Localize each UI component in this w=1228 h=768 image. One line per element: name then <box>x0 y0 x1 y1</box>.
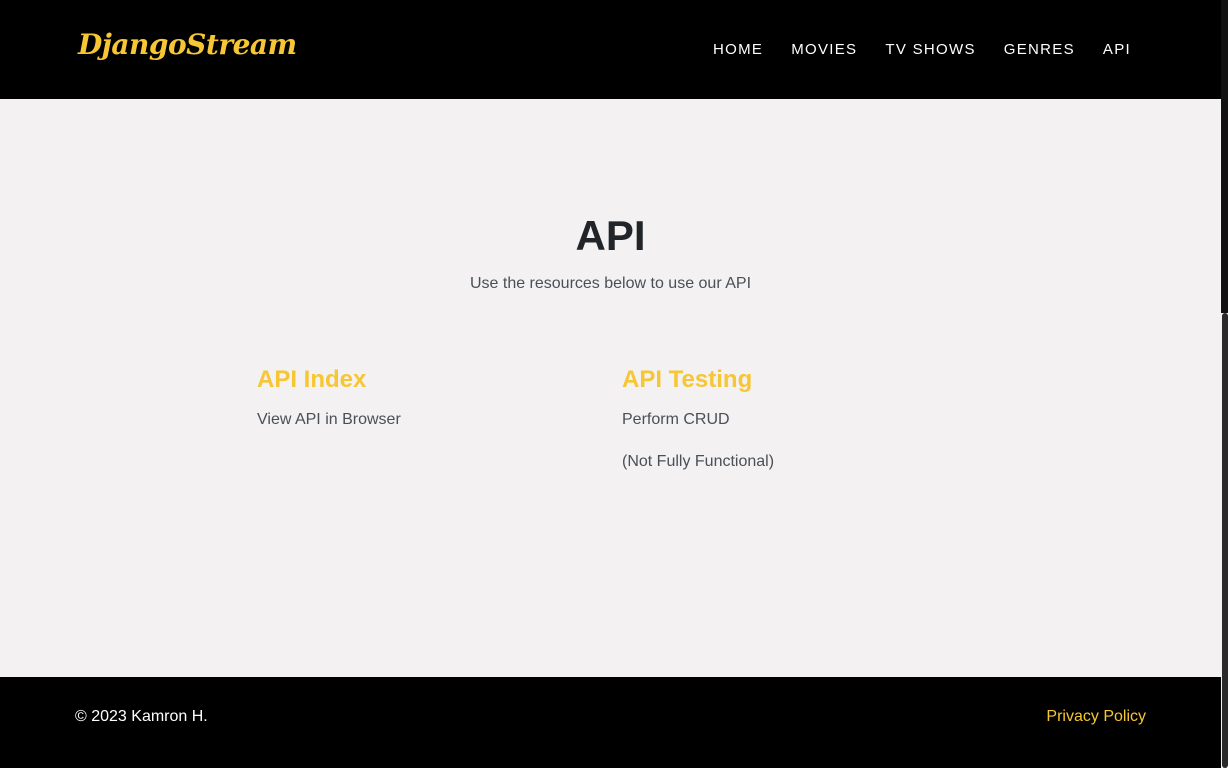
nav-item-tv-shows[interactable]: TV SHOWS <box>885 41 975 58</box>
nav-item-api[interactable]: API <box>1103 41 1131 58</box>
api-index-card: API Index View API in Browser <box>257 365 401 451</box>
api-testing-note: (Not Fully Functional) <box>622 453 775 470</box>
page-subtitle: Use the resources below to use our API <box>469 275 752 292</box>
scrollbar-thumb[interactable] <box>1222 313 1228 768</box>
api-index-link[interactable]: API Index <box>257 365 401 395</box>
api-testing-card: API Testing Perform CRUD (Not Fully Func… <box>622 365 774 493</box>
brand-logo[interactable]: DjangoStream <box>78 28 297 61</box>
privacy-policy-link[interactable]: Privacy Policy <box>1046 707 1146 727</box>
api-testing-link[interactable]: API Testing <box>622 365 774 395</box>
vertical-scrollbar[interactable] <box>1221 0 1228 768</box>
nav-item-genres[interactable]: GENRES <box>1004 41 1075 58</box>
page-title: API <box>575 212 646 259</box>
footer: © 2023 Kamron H. Privacy Policy <box>0 677 1221 768</box>
content-area: DjangoStream HOME MOVIES TV SHOWS GENRES… <box>0 0 1221 768</box>
page: DjangoStream HOME MOVIES TV SHOWS GENRES… <box>0 0 1228 768</box>
nav-item-movies[interactable]: MOVIES <box>791 41 857 58</box>
navbar: DjangoStream HOME MOVIES TV SHOWS GENRES… <box>0 0 1221 99</box>
scrollbar-track <box>1221 0 1228 313</box>
nav-links: HOME MOVIES TV SHOWS GENRES API <box>713 40 1131 60</box>
nav-item-home[interactable]: HOME <box>713 41 763 58</box>
main-section: API Use the resources below to use our A… <box>0 99 1221 677</box>
api-testing-description: Perform CRUD <box>622 411 730 428</box>
api-index-description: View API in Browser <box>257 411 401 428</box>
copyright-text: © 2023 Kamron H. <box>75 708 208 725</box>
